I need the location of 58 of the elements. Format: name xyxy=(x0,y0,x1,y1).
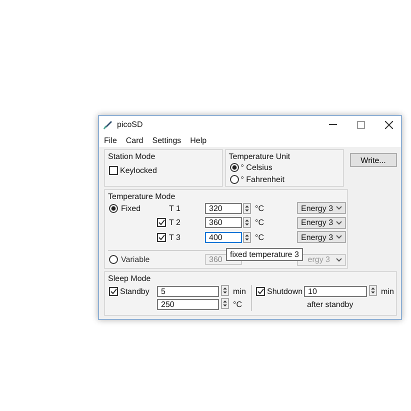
checkbox-label: Standby xyxy=(120,287,150,296)
chevron-down-icon xyxy=(336,220,342,225)
spinner-buttons[interactable] xyxy=(369,285,377,296)
checkbox-label: Shutdown xyxy=(267,287,303,296)
pen-icon xyxy=(103,120,113,130)
spinner-buttons[interactable] xyxy=(243,232,251,243)
energy-dropdown[interactable]: Energy 3 xyxy=(297,202,346,214)
unit-label: °C xyxy=(255,204,264,213)
unit-label: min xyxy=(381,287,395,296)
group-title: Station Mode xyxy=(107,151,156,161)
number-field[interactable]: 400 xyxy=(205,232,242,243)
chevron-down-icon xyxy=(336,206,342,210)
unit-label: °C xyxy=(255,232,264,242)
unit-label: min xyxy=(233,287,247,296)
group-title: Temperature Unit xyxy=(228,151,292,161)
window-title: picoSD xyxy=(117,120,143,129)
radio-button[interactable] xyxy=(230,162,239,172)
radio-label: Fixed xyxy=(121,204,141,213)
number-field[interactable]: 320 xyxy=(205,202,242,214)
unit-label: °C xyxy=(233,300,243,309)
close-icon[interactable] xyxy=(385,120,393,128)
spinner-buttons[interactable] xyxy=(221,298,229,309)
number-field[interactable]: 250 xyxy=(157,299,219,310)
number-field[interactable]: 10 xyxy=(304,286,367,297)
checkbox-label: Keylocked xyxy=(120,166,157,174)
group-title: Sleep Mode xyxy=(107,273,152,283)
checkbox-label: T 1 xyxy=(169,204,180,213)
menu-item[interactable]: File xyxy=(104,136,117,144)
energy-dropdown[interactable]: Energy 3 xyxy=(297,216,346,229)
checkbox[interactable] xyxy=(256,287,265,296)
chevron-down-icon xyxy=(336,235,342,240)
radio-button[interactable] xyxy=(109,204,118,213)
checkbox[interactable] xyxy=(109,166,118,174)
menu-item[interactable]: Settings xyxy=(152,136,182,144)
spinner-buttons[interactable] xyxy=(243,217,251,228)
radio-label: Variable xyxy=(121,255,150,264)
radio-label: ° Fahrenheit xyxy=(240,174,284,184)
radio-button[interactable] xyxy=(230,174,239,184)
checkbox[interactable] xyxy=(109,287,118,296)
maximize-icon[interactable] xyxy=(357,120,365,128)
radio-label: ° Celsius xyxy=(240,162,272,172)
spinner-buttons[interactable] xyxy=(243,202,251,214)
number-field[interactable]: 360 xyxy=(205,217,242,228)
spinner-buttons[interactable] xyxy=(221,285,229,296)
checkbox-label: T 3 xyxy=(169,232,180,242)
group-title: Temperature Mode xyxy=(107,191,176,201)
chevron-down-icon xyxy=(336,258,342,262)
write-button[interactable]: Write... xyxy=(350,153,398,167)
menu-item[interactable]: Help xyxy=(190,136,207,144)
menu-item[interactable]: Card xyxy=(126,136,144,144)
checkbox-label: T 2 xyxy=(169,218,180,228)
caption: after standby xyxy=(307,300,354,309)
checkbox[interactable] xyxy=(157,232,166,242)
unit-label: °C xyxy=(255,218,264,228)
number-field[interactable]: 5 xyxy=(157,286,219,297)
energy-dropdown[interactable]: Energy 3 xyxy=(297,231,346,244)
tooltip: fixed temperature 3 xyxy=(226,248,303,261)
checkbox[interactable] xyxy=(157,218,166,228)
